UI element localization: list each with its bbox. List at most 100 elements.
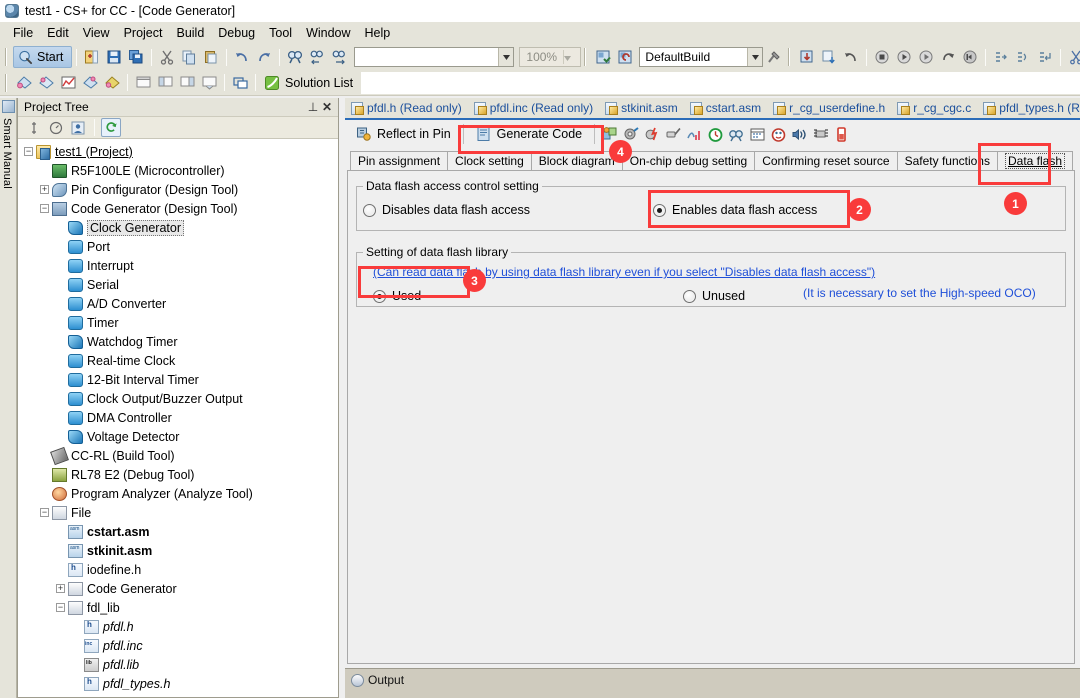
save-button[interactable] bbox=[103, 46, 125, 68]
dock-left-button[interactable] bbox=[154, 72, 176, 94]
tree-node-port[interactable]: Port bbox=[18, 237, 338, 256]
toolbar-grip[interactable] bbox=[4, 73, 11, 92]
step-in-button[interactable] bbox=[990, 46, 1012, 68]
tree-node-a-d-converter[interactable]: A/D Converter bbox=[18, 294, 338, 313]
cut-button[interactable] bbox=[156, 46, 178, 68]
clock-generator-button[interactable] bbox=[602, 126, 619, 143]
tree-node-cc-rl-build-tool[interactable]: CC-RL (Build Tool) bbox=[18, 446, 338, 465]
open-button[interactable] bbox=[81, 46, 103, 68]
menu-tool[interactable]: Tool bbox=[262, 24, 299, 42]
tree-node-timer[interactable]: Timer bbox=[18, 313, 338, 332]
build-config-combo[interactable]: DefaultBuild bbox=[639, 47, 764, 67]
tree-node-serial[interactable]: Serial bbox=[18, 275, 338, 294]
tree-node-voltage-detector[interactable]: Voltage Detector bbox=[18, 427, 338, 446]
smart-manual-strip[interactable]: Smart Manual bbox=[0, 98, 17, 698]
menu-view[interactable]: View bbox=[76, 24, 117, 42]
property-tab-safety-functions[interactable]: Safety functions bbox=[896, 151, 998, 170]
find-previous-button[interactable] bbox=[306, 46, 328, 68]
cascade-button[interactable] bbox=[229, 72, 251, 94]
paste-button[interactable] bbox=[200, 46, 222, 68]
timer-button[interactable] bbox=[707, 126, 724, 143]
save-all-button[interactable] bbox=[125, 46, 147, 68]
tree-node-stkinit-asm[interactable]: stkinit.asm bbox=[18, 541, 338, 560]
tree-node-watchdog-timer[interactable]: Watchdog Timer bbox=[18, 332, 338, 351]
property-button[interactable] bbox=[24, 118, 44, 137]
undo-button[interactable] bbox=[231, 46, 253, 68]
document-tab-r-cg-userdefine-h[interactable]: r_cg_userdefine.h bbox=[767, 98, 891, 118]
menu-build[interactable]: Build bbox=[169, 24, 211, 42]
stop-button[interactable] bbox=[871, 46, 893, 68]
unused-radio[interactable]: Unused bbox=[683, 289, 803, 303]
menu-help[interactable]: Help bbox=[358, 24, 398, 42]
output-dock-header[interactable]: Output bbox=[345, 669, 1080, 687]
property-tab-confirming-reset-source[interactable]: Confirming reset source bbox=[754, 151, 898, 170]
analyze-2-button[interactable] bbox=[35, 72, 57, 94]
tree-node-code-generator-design-tool[interactable]: − Code Generator (Design Tool) bbox=[18, 199, 338, 218]
build-config-chevron-down-icon[interactable] bbox=[747, 48, 763, 66]
disables-data-flash-access-radio[interactable]: Disables data flash access bbox=[363, 203, 653, 217]
close-icon[interactable]: ✕ bbox=[320, 100, 334, 114]
tree-node-iodefine-h[interactable]: iodefine.h bbox=[18, 560, 338, 579]
interrupt-button[interactable] bbox=[644, 126, 661, 143]
dma-controller-button[interactable] bbox=[812, 126, 829, 143]
download-button[interactable] bbox=[796, 46, 818, 68]
collapse-icon[interactable]: − bbox=[40, 204, 49, 213]
port-button[interactable] bbox=[623, 126, 640, 143]
document-tab-pfdl-types-h-rea[interactable]: pfdl_types.h (Rea bbox=[977, 98, 1080, 118]
tree-node-code-generator[interactable]: + Code Generator bbox=[18, 579, 338, 598]
tree-node-12-bit-interval-timer[interactable]: 12-Bit Interval Timer bbox=[18, 370, 338, 389]
tree-node-rl78-e2-debug-tool[interactable]: RL78 E2 (Debug Tool) bbox=[18, 465, 338, 484]
find-button[interactable] bbox=[284, 46, 306, 68]
ad-converter-button[interactable] bbox=[686, 126, 703, 143]
document-tab-pfdl-h-read-only[interactable]: pfdl.h (Read only) bbox=[345, 98, 468, 118]
property-tab-on-chip-debug-setting[interactable]: On-chip debug setting bbox=[621, 151, 756, 170]
expand-icon[interactable]: + bbox=[56, 584, 65, 593]
search-combo[interactable] bbox=[354, 47, 515, 67]
tree-node-file[interactable]: − File bbox=[18, 503, 338, 522]
project-tree-body[interactable]: − test1 (Project) R5F100LE (Microcontrolle… bbox=[18, 139, 338, 697]
window-button[interactable] bbox=[132, 72, 154, 94]
real-time-clock-button[interactable] bbox=[749, 126, 766, 143]
tree-node-r5f100le-microcontroller[interactable]: R5F100LE (Microcontroller) bbox=[18, 161, 338, 180]
restart-button[interactable] bbox=[915, 46, 937, 68]
property-tab-clock-setting[interactable]: Clock setting bbox=[447, 151, 532, 170]
analyze-3-button[interactable] bbox=[79, 72, 101, 94]
break-button[interactable] bbox=[1065, 46, 1080, 68]
build-project-button[interactable] bbox=[592, 46, 614, 68]
run-button[interactable] bbox=[893, 46, 915, 68]
pin-icon[interactable]: ⊥ bbox=[306, 100, 320, 114]
menu-debug[interactable]: Debug bbox=[211, 24, 262, 42]
find-next-button[interactable] bbox=[328, 46, 350, 68]
interval-timer-button[interactable] bbox=[770, 126, 787, 143]
tree-node-pfdl-h[interactable]: pfdl.h bbox=[18, 617, 338, 636]
tree-node-real-time-clock[interactable]: Real-time Clock bbox=[18, 351, 338, 370]
toolbar-grip[interactable] bbox=[583, 48, 591, 66]
toolbar-grip[interactable] bbox=[787, 48, 795, 66]
generate-code-button[interactable]: Generate Code bbox=[469, 122, 589, 146]
buzzer-output-button[interactable] bbox=[791, 126, 808, 143]
collapse-icon[interactable]: − bbox=[40, 508, 49, 517]
property-tab-block-diagram[interactable]: Block diagram bbox=[530, 151, 623, 170]
tree-node-fdl-lib[interactable]: − fdl_lib bbox=[18, 598, 338, 617]
step-return-button[interactable] bbox=[1034, 46, 1056, 68]
menu-window[interactable]: Window bbox=[299, 24, 357, 42]
analyze-4-button[interactable] bbox=[101, 72, 123, 94]
property-tab-data-flash[interactable]: Data flash bbox=[996, 151, 1074, 170]
watchdog-timer-button[interactable] bbox=[728, 126, 745, 143]
document-tab-r-cg-cgc-c[interactable]: r_cg_cgc.c bbox=[891, 98, 977, 118]
expand-icon[interactable]: + bbox=[40, 185, 49, 194]
tree-node-pfdl-types-h[interactable]: pfdl_types.h bbox=[18, 674, 338, 693]
analyze-1-button[interactable] bbox=[13, 72, 35, 94]
document-tab-pfdl-inc-read-only[interactable]: pfdl.inc (Read only) bbox=[468, 98, 599, 118]
tree-node-clock-output-buzzer-output[interactable]: Clock Output/Buzzer Output bbox=[18, 389, 338, 408]
start-button[interactable]: Start bbox=[13, 46, 73, 68]
chart-button[interactable] bbox=[57, 72, 79, 94]
voltage-detector-button[interactable] bbox=[833, 126, 850, 143]
zoom-combo[interactable]: 100% bbox=[519, 47, 582, 67]
clock-button[interactable] bbox=[46, 118, 66, 137]
menu-project[interactable]: Project bbox=[117, 24, 170, 42]
step-over-button[interactable] bbox=[1012, 46, 1034, 68]
tree-node-clock-generator[interactable]: Clock Generator bbox=[18, 218, 338, 237]
tree-node-pfdl-lib[interactable]: pfdl.lib bbox=[18, 655, 338, 674]
dock-right-button[interactable] bbox=[176, 72, 198, 94]
